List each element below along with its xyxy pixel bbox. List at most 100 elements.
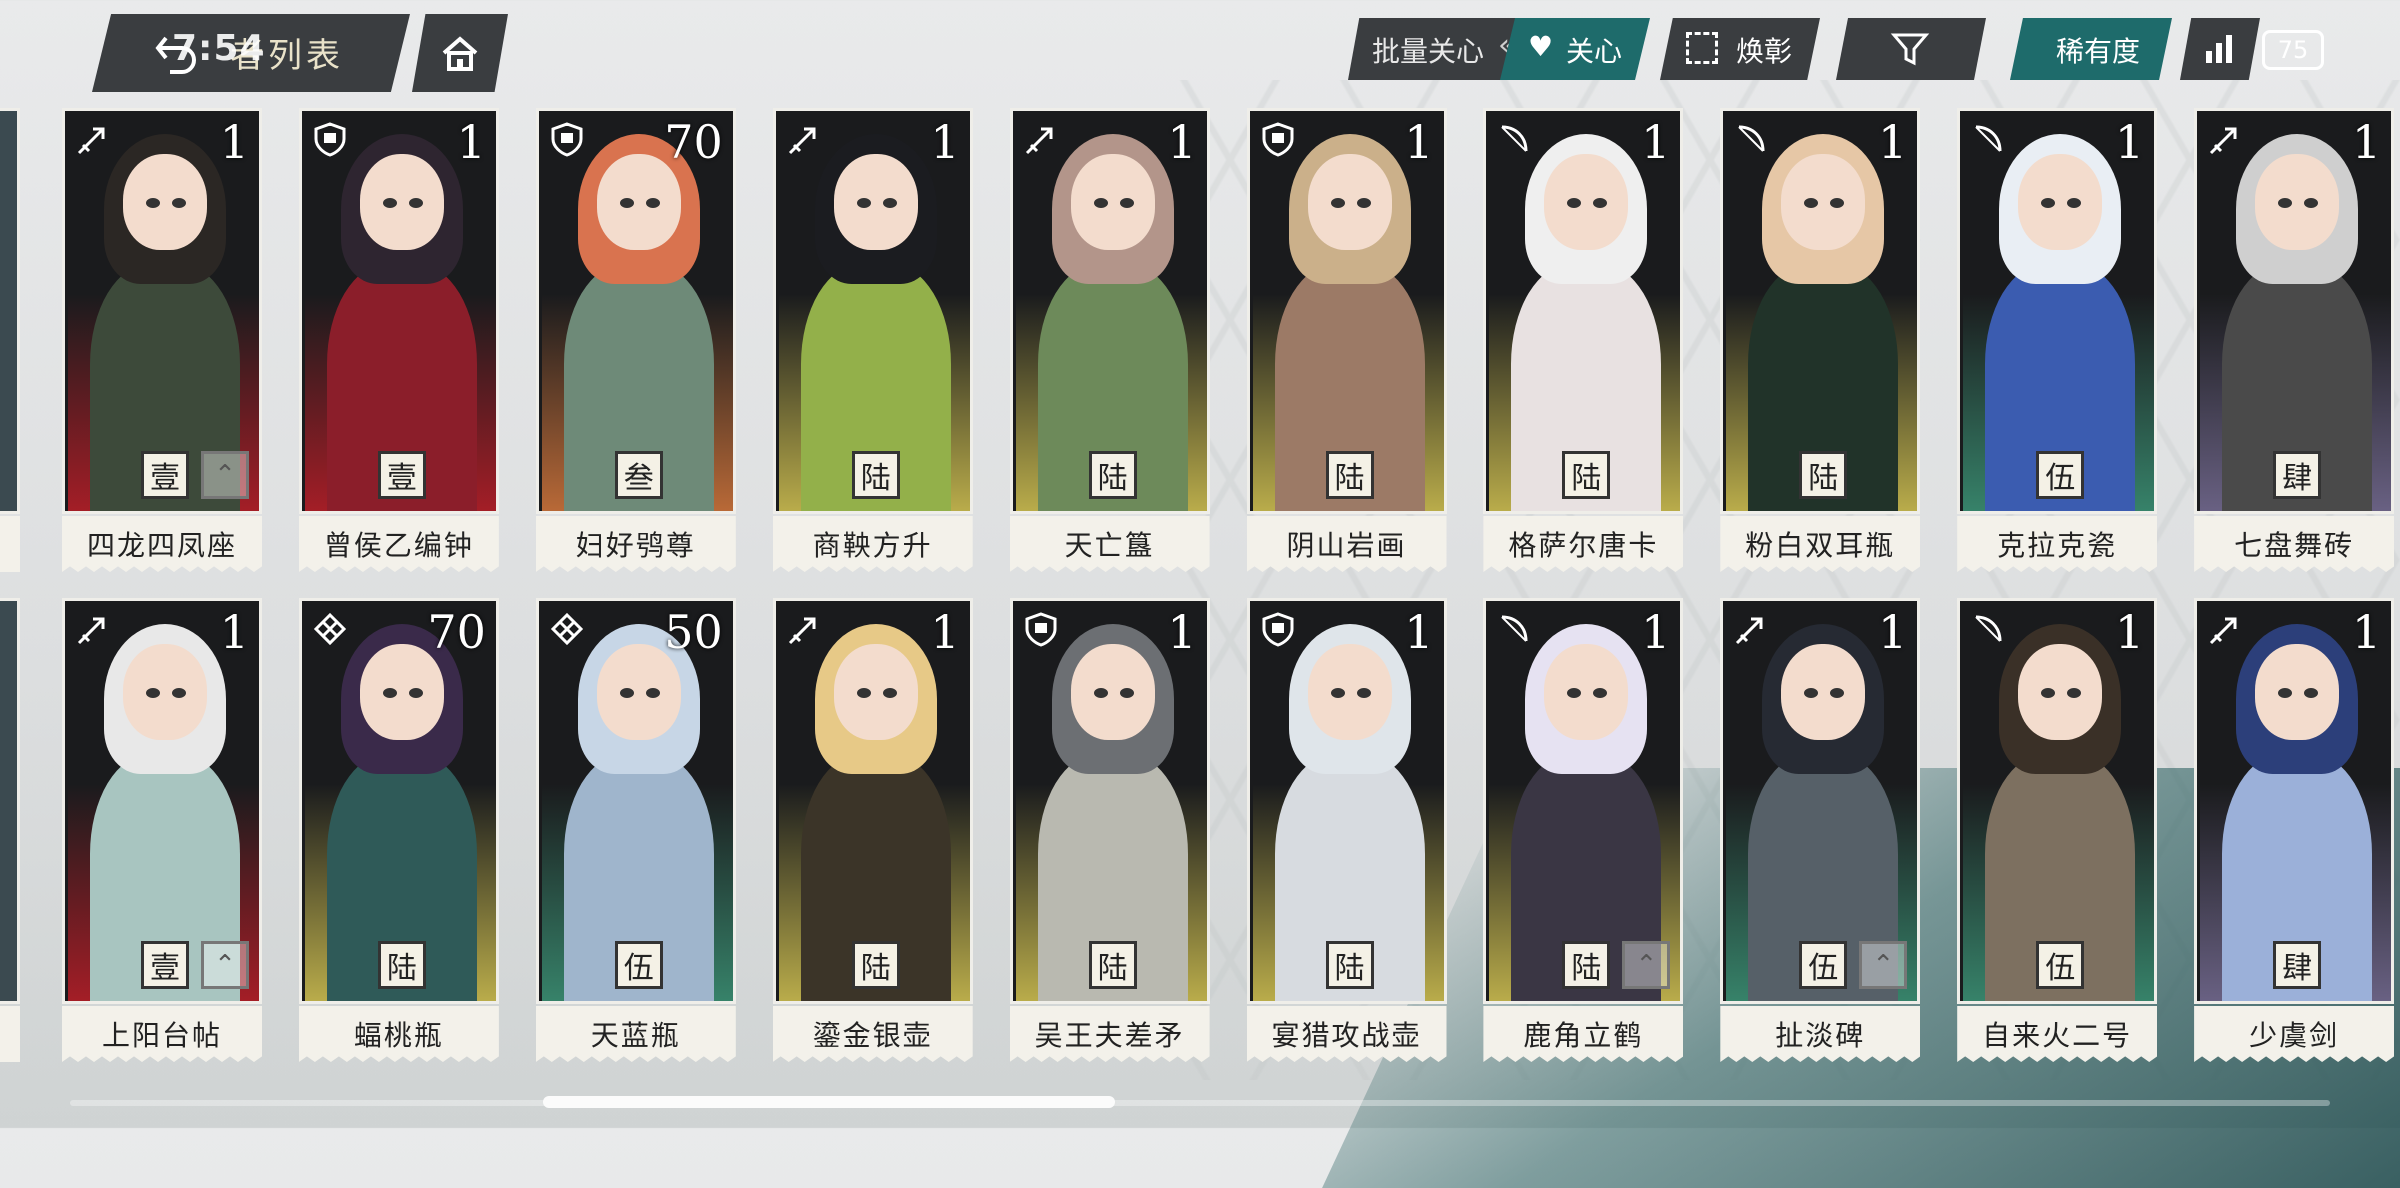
character-name: 妇好鸮尊 bbox=[535, 516, 736, 572]
level-number: 1 bbox=[219, 605, 249, 659]
rarity-label: 稀有度 bbox=[2056, 35, 2141, 68]
filter-toggle-button[interactable] bbox=[1836, 18, 1986, 80]
character-card[interactable]: 1 陆 粉白双耳瓶 bbox=[1720, 108, 1921, 580]
pen-icon bbox=[786, 611, 822, 647]
bow-icon bbox=[1970, 611, 2006, 647]
sort-icon bbox=[2206, 35, 2232, 63]
character-card[interactable]: 1 壹 曾侯乙编钟 bbox=[298, 108, 499, 580]
expand-marker-icon: ⌃ bbox=[1622, 941, 1671, 989]
shield-icon bbox=[1260, 121, 1296, 157]
level-number: 1 bbox=[930, 115, 960, 169]
character-name: 少虞剑 bbox=[2194, 1006, 2395, 1062]
level-number: 1 bbox=[2114, 605, 2145, 659]
home-button[interactable] bbox=[412, 14, 508, 92]
character-card[interactable]: 1 陆 鎏金银壶 bbox=[772, 598, 973, 1070]
character-card[interactable]: 1 肆 少虞剑 bbox=[2194, 598, 2395, 1070]
card-frame: 1 伍 bbox=[1957, 108, 2158, 514]
pen-icon bbox=[75, 121, 111, 157]
expand-marker-icon: ⌃ bbox=[1859, 941, 1908, 989]
care-button[interactable]: ♥ 关心 bbox=[1500, 18, 1650, 80]
level-number: 1 bbox=[456, 115, 486, 169]
rank-badge: 伍 bbox=[614, 941, 663, 989]
character-card[interactable]: 1 陆 格萨尔唐卡 bbox=[1483, 108, 1684, 580]
character-name: 七盘舞砖 bbox=[2194, 516, 2395, 572]
card-frame: 70 叁 bbox=[535, 108, 736, 514]
sort-order-button[interactable] bbox=[2180, 18, 2260, 80]
character-card[interactable]: 1 陆 ⌃ 鹿角立鹤 bbox=[1483, 598, 1684, 1070]
character-name: 阴山岩画 bbox=[1246, 516, 1447, 572]
bow-icon bbox=[1496, 121, 1532, 157]
expand-marker-icon: ⌃ bbox=[201, 451, 249, 499]
rank-badge: 陆 bbox=[377, 941, 426, 989]
level-number: 1 bbox=[1167, 605, 1197, 659]
character-name: 鹿角立鹤 bbox=[1483, 1006, 1684, 1062]
rank-badge: 伍 bbox=[2036, 941, 2085, 989]
level-number: 70 bbox=[664, 115, 723, 169]
character-name: 扯淡碑 bbox=[1720, 1006, 1921, 1062]
scrollbar-track[interactable] bbox=[70, 1100, 2330, 1106]
character-card[interactable]: 1 肆 七盘舞砖 bbox=[2194, 108, 2395, 580]
rank-badge: 陆 bbox=[851, 941, 900, 989]
character-card[interactable]: 1 陆 吴王夫差矛 bbox=[1009, 598, 1210, 1070]
card-frame: 1 陆 bbox=[1720, 108, 1921, 514]
pen-icon bbox=[2207, 611, 2243, 647]
level-number: 1 bbox=[1404, 115, 1434, 169]
card-frame: 1 陆 bbox=[772, 598, 973, 1004]
character-card[interactable]: 1 陆 阴山岩画 bbox=[1246, 108, 1447, 580]
rank-badge: 肆 bbox=[2273, 451, 2322, 499]
partial-card-nameplate bbox=[0, 1006, 20, 1062]
rank-badge: 壹 bbox=[377, 451, 426, 499]
frame-icon bbox=[1686, 32, 1718, 64]
character-card[interactable]: 1 伍 ⌃ 扯淡碑 bbox=[1720, 598, 1921, 1070]
card-frame: 1 肆 bbox=[2194, 108, 2395, 514]
level-number: 1 bbox=[1167, 115, 1197, 169]
rank-badge: 陆 bbox=[1088, 451, 1137, 499]
card-frame: 50 伍 bbox=[535, 598, 736, 1004]
pen-icon bbox=[75, 611, 111, 647]
partial-card[interactable] bbox=[0, 598, 20, 1070]
character-card[interactable]: 70 叁 妇好鸮尊 bbox=[535, 108, 736, 580]
pen-icon bbox=[2207, 121, 2243, 157]
level-number: 70 bbox=[427, 605, 486, 659]
character-card[interactable]: 1 伍 克拉克瓷 bbox=[1957, 108, 2158, 580]
partial-card[interactable] bbox=[0, 108, 20, 580]
shield-icon bbox=[1023, 611, 1059, 647]
partial-card-frame bbox=[0, 598, 20, 1004]
rank-badge: 伍 bbox=[1799, 941, 1848, 989]
rank-badge: 陆 bbox=[1799, 451, 1848, 499]
character-name: 粉白双耳瓶 bbox=[1720, 516, 1921, 572]
partial-card-frame bbox=[0, 108, 20, 514]
shield-icon bbox=[1260, 611, 1296, 647]
character-card[interactable]: 1 伍 自来火二号 bbox=[1957, 598, 2158, 1070]
rank-badge: 陆 bbox=[1088, 941, 1137, 989]
shield-icon bbox=[312, 121, 348, 157]
character-card[interactable]: 1 壹 ⌃ 四龙四凤座 bbox=[62, 108, 262, 580]
rarity-sort-button[interactable]: 稀有度 bbox=[2010, 18, 2172, 80]
character-card[interactable]: 1 壹 ⌃ 上阳台帖 bbox=[62, 598, 262, 1070]
filter-button[interactable]: 焕彰 bbox=[1660, 18, 1820, 80]
card-frame: 1 陆 bbox=[1483, 108, 1684, 514]
rank-badge: 陆 bbox=[1562, 451, 1611, 499]
character-name: 克拉克瓷 bbox=[1957, 516, 2158, 572]
filter-label: 焕彰 bbox=[1736, 35, 1793, 68]
level-number: 1 bbox=[1641, 115, 1671, 169]
rank-badge: 肆 bbox=[2273, 941, 2322, 989]
level-number: 1 bbox=[1641, 605, 1671, 659]
card-frame: 1 陆 bbox=[1009, 598, 1210, 1004]
character-card[interactable]: 50 伍 天蓝瓶 bbox=[535, 598, 736, 1070]
bow-icon bbox=[1970, 121, 2006, 157]
card-frame: 70 陆 bbox=[298, 598, 499, 1004]
knot-icon bbox=[549, 611, 585, 647]
pen-icon bbox=[786, 121, 822, 157]
character-card[interactable]: 1 陆 天亡簋 bbox=[1009, 108, 1210, 580]
character-card[interactable]: 1 陆 商鞅方升 bbox=[772, 108, 973, 580]
card-frame: 1 陆 ⌃ bbox=[1483, 598, 1684, 1004]
character-card[interactable]: 1 陆 宴猎攻战壶 bbox=[1246, 598, 1447, 1070]
character-name: 吴王夫差矛 bbox=[1009, 1006, 1210, 1062]
scrollbar-thumb[interactable] bbox=[542, 1096, 1115, 1108]
status-time: 7:54 bbox=[172, 28, 266, 69]
bow-icon bbox=[1496, 611, 1532, 647]
level-number: 1 bbox=[219, 115, 249, 169]
level-number: 1 bbox=[1878, 605, 1908, 659]
character-card[interactable]: 70 陆 蝠桃瓶 bbox=[298, 598, 499, 1070]
